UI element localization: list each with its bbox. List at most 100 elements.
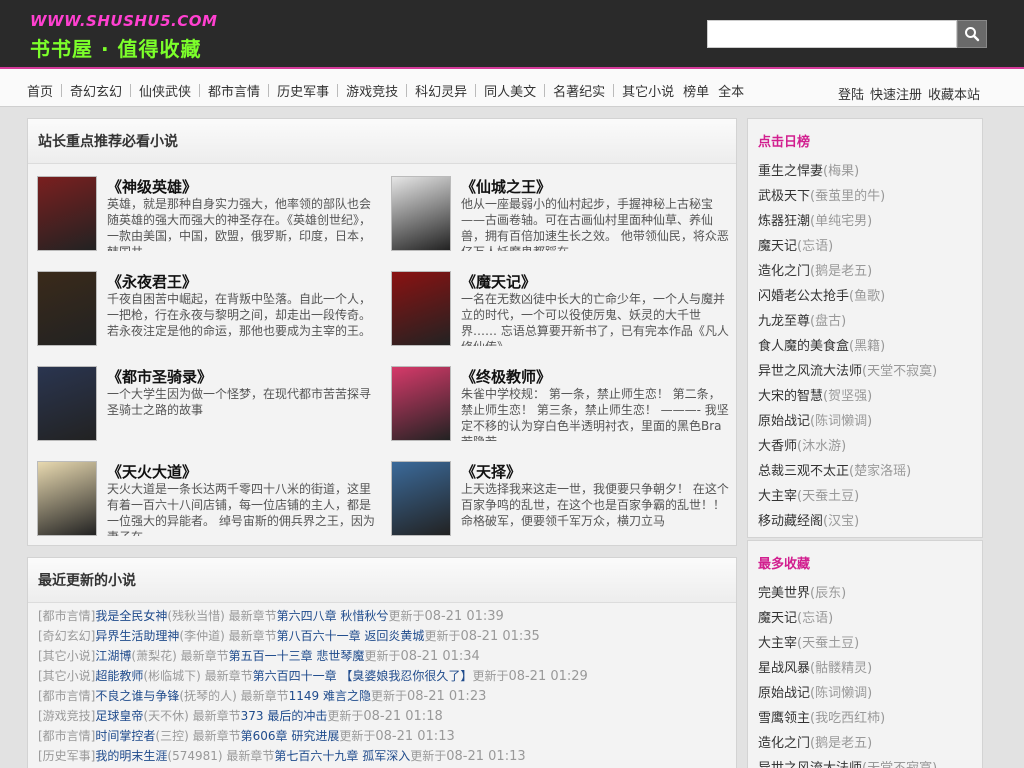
book-cover[interactable] [37, 271, 97, 346]
update-chapter-link[interactable]: 第五百一十三章 悲世琴魔 [229, 649, 365, 663]
most-favorited-book-link[interactable]: 大主宰 [758, 636, 797, 651]
hot-ranking-book-link[interactable]: 闪婚老公太抢手 [758, 289, 849, 304]
most-favorited-row: 异世之风流大法师(天堂不寂寞) [758, 756, 982, 768]
most-favorited-book-link[interactable]: 异世之风流大法师 [758, 761, 862, 768]
update-book-link[interactable]: 异界生活助理神 [95, 629, 179, 643]
site-header: WWW.SHUSHU5.COM 书书屋 · 值得收藏 [0, 0, 1024, 67]
latest-chapter-label: 最新章节 [228, 609, 277, 623]
update-category[interactable]: [其它小说] [38, 649, 95, 663]
most-favorited-book-link[interactable]: 星战风暴 [758, 661, 810, 676]
book-title[interactable]: 《终极教师》 [461, 366, 551, 387]
hot-ranking-book-link[interactable]: 原始战记 [758, 414, 810, 429]
hot-ranking-book-link[interactable]: 异世之风流大法师 [758, 364, 862, 379]
updated-label: 更新于 [364, 649, 401, 663]
updated-label: 更新于 [388, 609, 425, 623]
nav-item[interactable]: 首页 [27, 81, 53, 100]
most-favorited-book-link[interactable]: 魔天记 [758, 611, 797, 626]
book-cover[interactable] [391, 366, 451, 441]
hot-ranking-row: 原始战记(陈词懒调) [758, 409, 982, 434]
nav-item[interactable]: 全本 [718, 81, 744, 100]
most-favorited-book-link[interactable]: 原始战记 [758, 686, 810, 701]
book-cover[interactable] [37, 461, 97, 536]
update-category[interactable]: [历史军事] [38, 749, 95, 763]
update-time: 08-21 01:29 [508, 669, 588, 684]
most-favorited-book-link[interactable]: 完美世界 [758, 586, 810, 601]
search-input[interactable] [707, 20, 957, 48]
most-favorited-panel: 最多收藏 完美世界(辰东) 魔天记(忘语) 大主宰(天蚕土豆) 星战风暴(骷髅精灵) 原… [747, 540, 983, 768]
book-title[interactable]: 《天择》 [461, 461, 521, 482]
nav-item[interactable]: 名著纪实 [553, 81, 605, 100]
book-cover[interactable] [391, 461, 451, 536]
hot-ranking-book-link[interactable]: 大宋的智慧 [758, 389, 823, 404]
hot-ranking-book-link[interactable]: 大主宰 [758, 489, 797, 504]
update-author: (抚琴的人) [179, 689, 237, 703]
update-category[interactable]: [其它小说] [38, 669, 95, 683]
register-link[interactable]: 快速注册 [870, 84, 922, 103]
book-title[interactable]: 《永夜君王》 [107, 271, 197, 292]
bookmark-site-link[interactable]: 收藏本站 [928, 84, 980, 103]
book-cover[interactable] [391, 176, 451, 251]
update-book-link[interactable]: 超能教师 [95, 669, 143, 683]
update-category[interactable]: [都市言情] [38, 689, 95, 703]
update-author: (574981) [167, 749, 223, 763]
hot-ranking-book-link[interactable]: 武极天下 [758, 189, 810, 204]
nav-item[interactable]: 同人美文 [484, 81, 536, 100]
hot-ranking-book-link[interactable]: 总裁三观不太正 [758, 464, 849, 479]
update-chapter-link[interactable]: 1149 难言之隐 [289, 689, 371, 703]
update-book-link[interactable]: 江湖博 [95, 649, 131, 663]
book-cover[interactable] [37, 366, 97, 441]
update-category[interactable]: [游戏竞技] [38, 709, 95, 723]
hot-ranking-book-link[interactable]: 造化之门 [758, 264, 810, 279]
update-book-link[interactable]: 我的明末生涯 [95, 749, 167, 763]
hot-ranking-book-link[interactable]: 魔天记 [758, 239, 797, 254]
book-title[interactable]: 《天火大道》 [107, 461, 197, 482]
most-favorited-author: (辰东) [810, 586, 847, 601]
book-title[interactable]: 《都市圣骑录》 [107, 366, 212, 387]
update-author: (彬临城下) [143, 669, 201, 683]
update-chapter-link[interactable]: 373 最后的冲击 [241, 709, 328, 723]
nav-item[interactable]: 历史军事 [277, 81, 329, 100]
nav-item[interactable]: 都市言情 [208, 81, 260, 100]
nav-item[interactable]: 科幻灵异 [415, 81, 467, 100]
nav-item[interactable]: 仙侠武侠 [139, 81, 191, 100]
hot-ranking-book-link[interactable]: 重生之悍妻 [758, 164, 823, 179]
book-title[interactable]: 《仙城之王》 [461, 176, 551, 197]
logo-url[interactable]: WWW.SHUSHU5.COM [30, 12, 217, 30]
update-book-link[interactable]: 足球皇帝 [95, 709, 143, 723]
hot-ranking-row: 炼器狂潮(单纯宅男) [758, 209, 982, 234]
book-cover[interactable] [37, 176, 97, 251]
update-chapter-link[interactable]: 第六百四十一章 【臭婆娘我忍你很久了】 [253, 669, 473, 683]
update-chapter-link[interactable]: 第六四八章 秋惜秋兮 [277, 609, 389, 623]
nav-item[interactable]: 游戏竞技 [346, 81, 398, 100]
hot-ranking-book-link[interactable]: 移动藏经阁 [758, 514, 823, 529]
most-favorited-book-link[interactable]: 造化之门 [758, 736, 810, 751]
update-row: [都市言情]时间掌控者(三控) 最新章节第606章 研究进展更新于08-21 0… [38, 726, 736, 746]
hot-ranking-book-link[interactable]: 食人魔的美食盒 [758, 339, 849, 354]
nav-separator [199, 84, 201, 97]
book-title[interactable]: 《神级英雄》 [107, 176, 197, 197]
nav-item[interactable]: 奇幻玄幻 [70, 81, 122, 100]
update-category[interactable]: [奇幻玄幻] [38, 629, 95, 643]
update-book-link[interactable]: 时间掌控者 [95, 729, 155, 743]
book-cover[interactable] [391, 271, 451, 346]
login-link[interactable]: 登陆 [838, 84, 864, 103]
update-book-link[interactable]: 我是全民女神 [95, 609, 167, 623]
hot-ranking-book-link[interactable]: 炼器狂潮 [758, 214, 810, 229]
update-chapter-link[interactable]: 第606章 研究进展 [241, 729, 340, 743]
hot-ranking-book-link[interactable]: 九龙至尊 [758, 314, 810, 329]
logo-name[interactable]: 书书屋 · 值得收藏 [30, 33, 202, 62]
update-chapter-link[interactable]: 第八百六十一章 返回炎黄城 [277, 629, 425, 643]
search-button[interactable] [957, 20, 987, 48]
most-favorited-book-link[interactable]: 雪鹰领主 [758, 711, 810, 726]
update-category[interactable]: [都市言情] [38, 609, 95, 623]
update-time: 08-21 01:13 [375, 729, 455, 744]
update-category[interactable]: [都市言情] [38, 729, 95, 743]
update-book-link[interactable]: 不良之谁与争锋 [95, 689, 179, 703]
hot-ranking-row: 造化之门(鹅是老五) [758, 259, 982, 284]
hot-ranking-book-link[interactable]: 大香师 [758, 439, 797, 454]
update-chapter-link[interactable]: 第七百六十九章 孤军深入 [274, 749, 410, 763]
nav-separator [61, 84, 63, 97]
nav-item[interactable]: 其它小说 [622, 81, 674, 100]
book-title[interactable]: 《魔天记》 [461, 271, 536, 292]
nav-item[interactable]: 榜单 [683, 81, 709, 100]
